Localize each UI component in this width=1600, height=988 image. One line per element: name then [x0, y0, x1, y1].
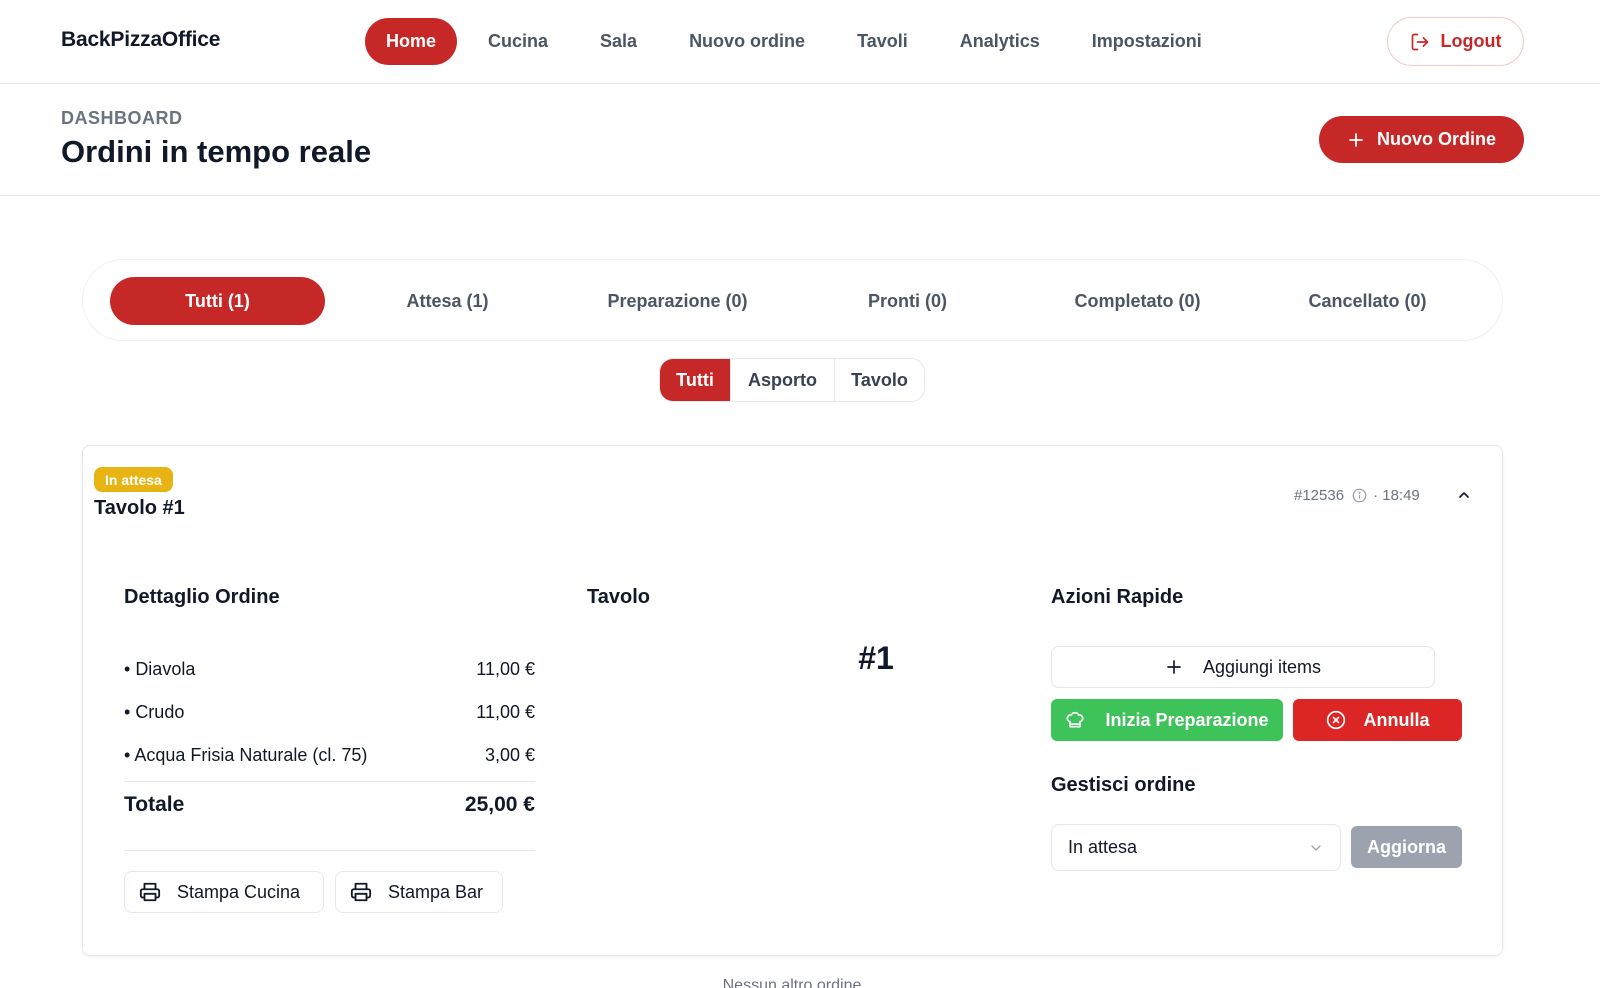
collapse-toggle[interactable]	[1453, 484, 1475, 506]
plus-icon	[1349, 132, 1363, 147]
tab-preparazione[interactable]: Preparazione (0)	[570, 277, 785, 325]
filter-tutti[interactable]: Tutti	[660, 359, 730, 401]
add-items-button[interactable]: Aggiungi items	[1051, 646, 1435, 688]
order-type-filter: Tutti Asporto Tavolo	[659, 358, 925, 402]
order-detail-title: Dettaglio Ordine	[124, 586, 280, 608]
divider	[124, 850, 535, 851]
page-title: Ordini in tempo reale	[61, 134, 372, 169]
order-id: #12536	[1294, 486, 1345, 504]
chevron-down-icon	[1311, 844, 1321, 851]
new-order-button[interactable]: Nuovo Ordine	[1319, 116, 1524, 163]
filter-tavolo[interactable]: Tavolo	[834, 359, 924, 401]
table-section-title: Tavolo	[587, 586, 650, 608]
brand-logo[interactable]: BackPizzaOffice	[61, 28, 220, 52]
main-nav: Home Cucina Sala Nuovo ordine Tavoli Ana…	[365, 18, 1233, 65]
tab-cancellato[interactable]: Cancellato (0)	[1260, 277, 1475, 325]
nav-home[interactable]: Home	[365, 18, 458, 65]
printer-icon	[139, 882, 161, 902]
total-label: Totale	[124, 793, 185, 816]
logout-button[interactable]: Logout	[1387, 17, 1524, 66]
table-number: #1	[858, 640, 894, 676]
order-time: · 18:49	[1373, 486, 1420, 504]
order-status-select[interactable]: In attesa	[1051, 824, 1341, 871]
item-name: Diavola	[124, 659, 195, 680]
order-items-list: Diavola 11,00 € Crudo 11,00 € Acqua Fris…	[124, 648, 535, 777]
order-card: In attesa Tavolo #1 #12536 · 18:49 Detta…	[82, 445, 1503, 956]
start-preparation-button[interactable]: Inizia Preparazione	[1051, 699, 1283, 741]
nav-cucina[interactable]: Cucina	[467, 18, 569, 65]
cancel-order-button[interactable]: Annulla	[1293, 699, 1462, 741]
tab-attesa[interactable]: Attesa (1)	[340, 277, 555, 325]
list-item: Crudo 11,00 €	[124, 691, 535, 734]
logout-label: Logout	[1440, 31, 1502, 51]
nav-impostazioni[interactable]: Impostazioni	[1071, 18, 1223, 65]
list-item: Acqua Frisia Naturale (cl. 75) 3,00 €	[124, 734, 535, 777]
empty-orders-note: Nessun altro ordine	[722, 977, 862, 988]
print-bar-label: Stampa Bar	[388, 881, 484, 902]
divider	[124, 781, 535, 782]
item-name: Crudo	[124, 702, 184, 723]
nav-tavoli[interactable]: Tavoli	[836, 18, 929, 65]
print-kitchen-label: Stampa Cucina	[177, 881, 301, 902]
total-row: Totale 25,00 €	[124, 785, 535, 825]
new-order-label: Nuovo Ordine	[1376, 129, 1496, 149]
plus-icon	[1167, 660, 1181, 674]
tab-completato[interactable]: Completato (0)	[1030, 277, 1245, 325]
select-value: In attesa	[1068, 837, 1138, 857]
status-tabs: Tutti (1) Attesa (1) Preparazione (0) Pr…	[82, 259, 1503, 341]
info-icon[interactable]	[1352, 488, 1367, 503]
page-header: DASHBOARD Ordini in tempo reale Nuovo Or…	[0, 84, 1600, 196]
start-preparation-label: Inizia Preparazione	[1105, 709, 1269, 730]
chevron-up-icon	[1459, 492, 1469, 498]
add-items-label: Aggiungi items	[1202, 656, 1322, 677]
tab-tutti[interactable]: Tutti (1)	[110, 277, 325, 325]
order-meta: #12536 · 18:49	[1294, 485, 1420, 505]
item-name: Acqua Frisia Naturale (cl. 75)	[124, 745, 367, 766]
top-bar: BackPizzaOffice Home Cucina Sala Nuovo o…	[0, 0, 1600, 84]
status-badge: In attesa	[94, 467, 173, 492]
item-price: 3,00 €	[484, 745, 535, 765]
total-value: 25,00 €	[464, 793, 535, 816]
item-price: 11,00 €	[476, 659, 535, 679]
tab-pronti[interactable]: Pronti (0)	[800, 277, 1015, 325]
breadcrumb: DASHBOARD	[61, 108, 183, 128]
print-bar-button[interactable]: Stampa Bar	[335, 871, 503, 913]
printer-icon	[350, 882, 372, 902]
print-kitchen-button[interactable]: Stampa Cucina	[124, 871, 324, 913]
item-price: 11,00 €	[476, 702, 535, 722]
quick-actions-title: Azioni Rapide	[1051, 586, 1184, 608]
list-item: Diavola 11,00 €	[124, 648, 535, 691]
filter-asporto[interactable]: Asporto	[730, 359, 834, 401]
nav-analytics[interactable]: Analytics	[939, 18, 1061, 65]
x-circle-icon	[1326, 710, 1345, 730]
order-title: Tavolo #1	[94, 497, 185, 519]
manage-order-title: Gestisci ordine	[1051, 774, 1196, 796]
chef-hat-icon	[1066, 711, 1085, 728]
nav-sala[interactable]: Sala	[579, 18, 658, 65]
logout-icon	[1411, 33, 1428, 50]
update-button[interactable]: Aggiorna	[1351, 826, 1462, 868]
nav-nuovo-ordine[interactable]: Nuovo ordine	[668, 18, 826, 65]
cancel-order-label: Annulla	[1363, 709, 1430, 730]
